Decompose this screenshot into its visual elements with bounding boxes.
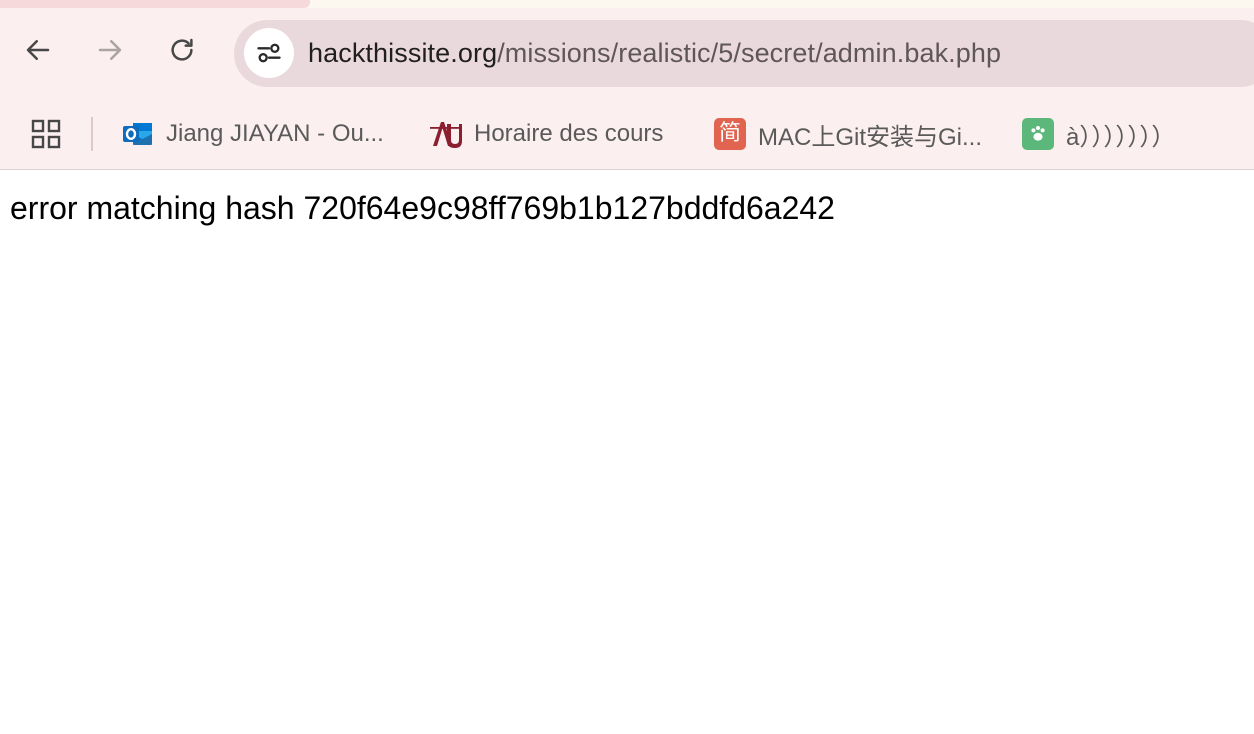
browser-toolbar: hackthissite.org/missions/realistic/5/se… (0, 8, 1254, 102)
tab-strip (0, 0, 1254, 8)
site-info-button[interactable] (244, 28, 294, 78)
bookmark-jianshu[interactable]: 简 MAC上Git安装与Gi... (714, 114, 982, 154)
error-message: error matching hash 720f64e9c98ff769b1b1… (10, 190, 835, 226)
forward-button[interactable] (90, 30, 130, 70)
browser-chrome: hackthissite.org/missions/realistic/5/se… (0, 0, 1254, 170)
bookmark-label: à））））））） (1066, 123, 1176, 151)
apps-grid-icon (31, 119, 61, 149)
reload-button[interactable] (162, 30, 202, 70)
page-content: error matching hash 720f64e9c98ff769b1b1… (0, 170, 1254, 734)
active-tab[interactable] (0, 0, 310, 8)
url-text[interactable]: hackthissite.org/missions/realistic/5/se… (308, 20, 1001, 87)
arrow-left-icon (26, 40, 50, 60)
arrow-right-icon (98, 40, 122, 60)
outlook-icon (122, 118, 154, 150)
reload-icon (171, 38, 193, 61)
green-app-icon (1022, 118, 1054, 150)
tune-icon (257, 43, 281, 63)
bookmark-label: MAC上Git安装与Gi... (758, 123, 983, 151)
url-path: /missions/realistic/5/secret/admin.bak.p… (497, 38, 1002, 68)
university-logo-icon (430, 118, 462, 150)
back-button[interactable] (18, 30, 58, 70)
bookmark-horaire[interactable]: Horaire des cours (430, 114, 663, 154)
bookmark-label: Jiang JIAYAN - Ou... (166, 120, 384, 147)
bookmark-label: Horaire des cours (474, 120, 664, 147)
apps-button[interactable] (30, 118, 62, 150)
bookmarks-divider (91, 117, 93, 151)
url-host: hackthissite.org (308, 38, 498, 68)
jianshu-icon: 简 (714, 118, 746, 150)
bookmark-outlook[interactable]: Jiang JIAYAN - Ou... (122, 114, 384, 154)
bookmark-green-app[interactable]: à））））））） (1022, 114, 1175, 154)
address-bar[interactable]: hackthissite.org/missions/realistic/5/se… (234, 20, 1254, 87)
bookmarks-bar: Jiang JIAYAN - Ou... Horaire des cours 简… (0, 102, 1254, 168)
